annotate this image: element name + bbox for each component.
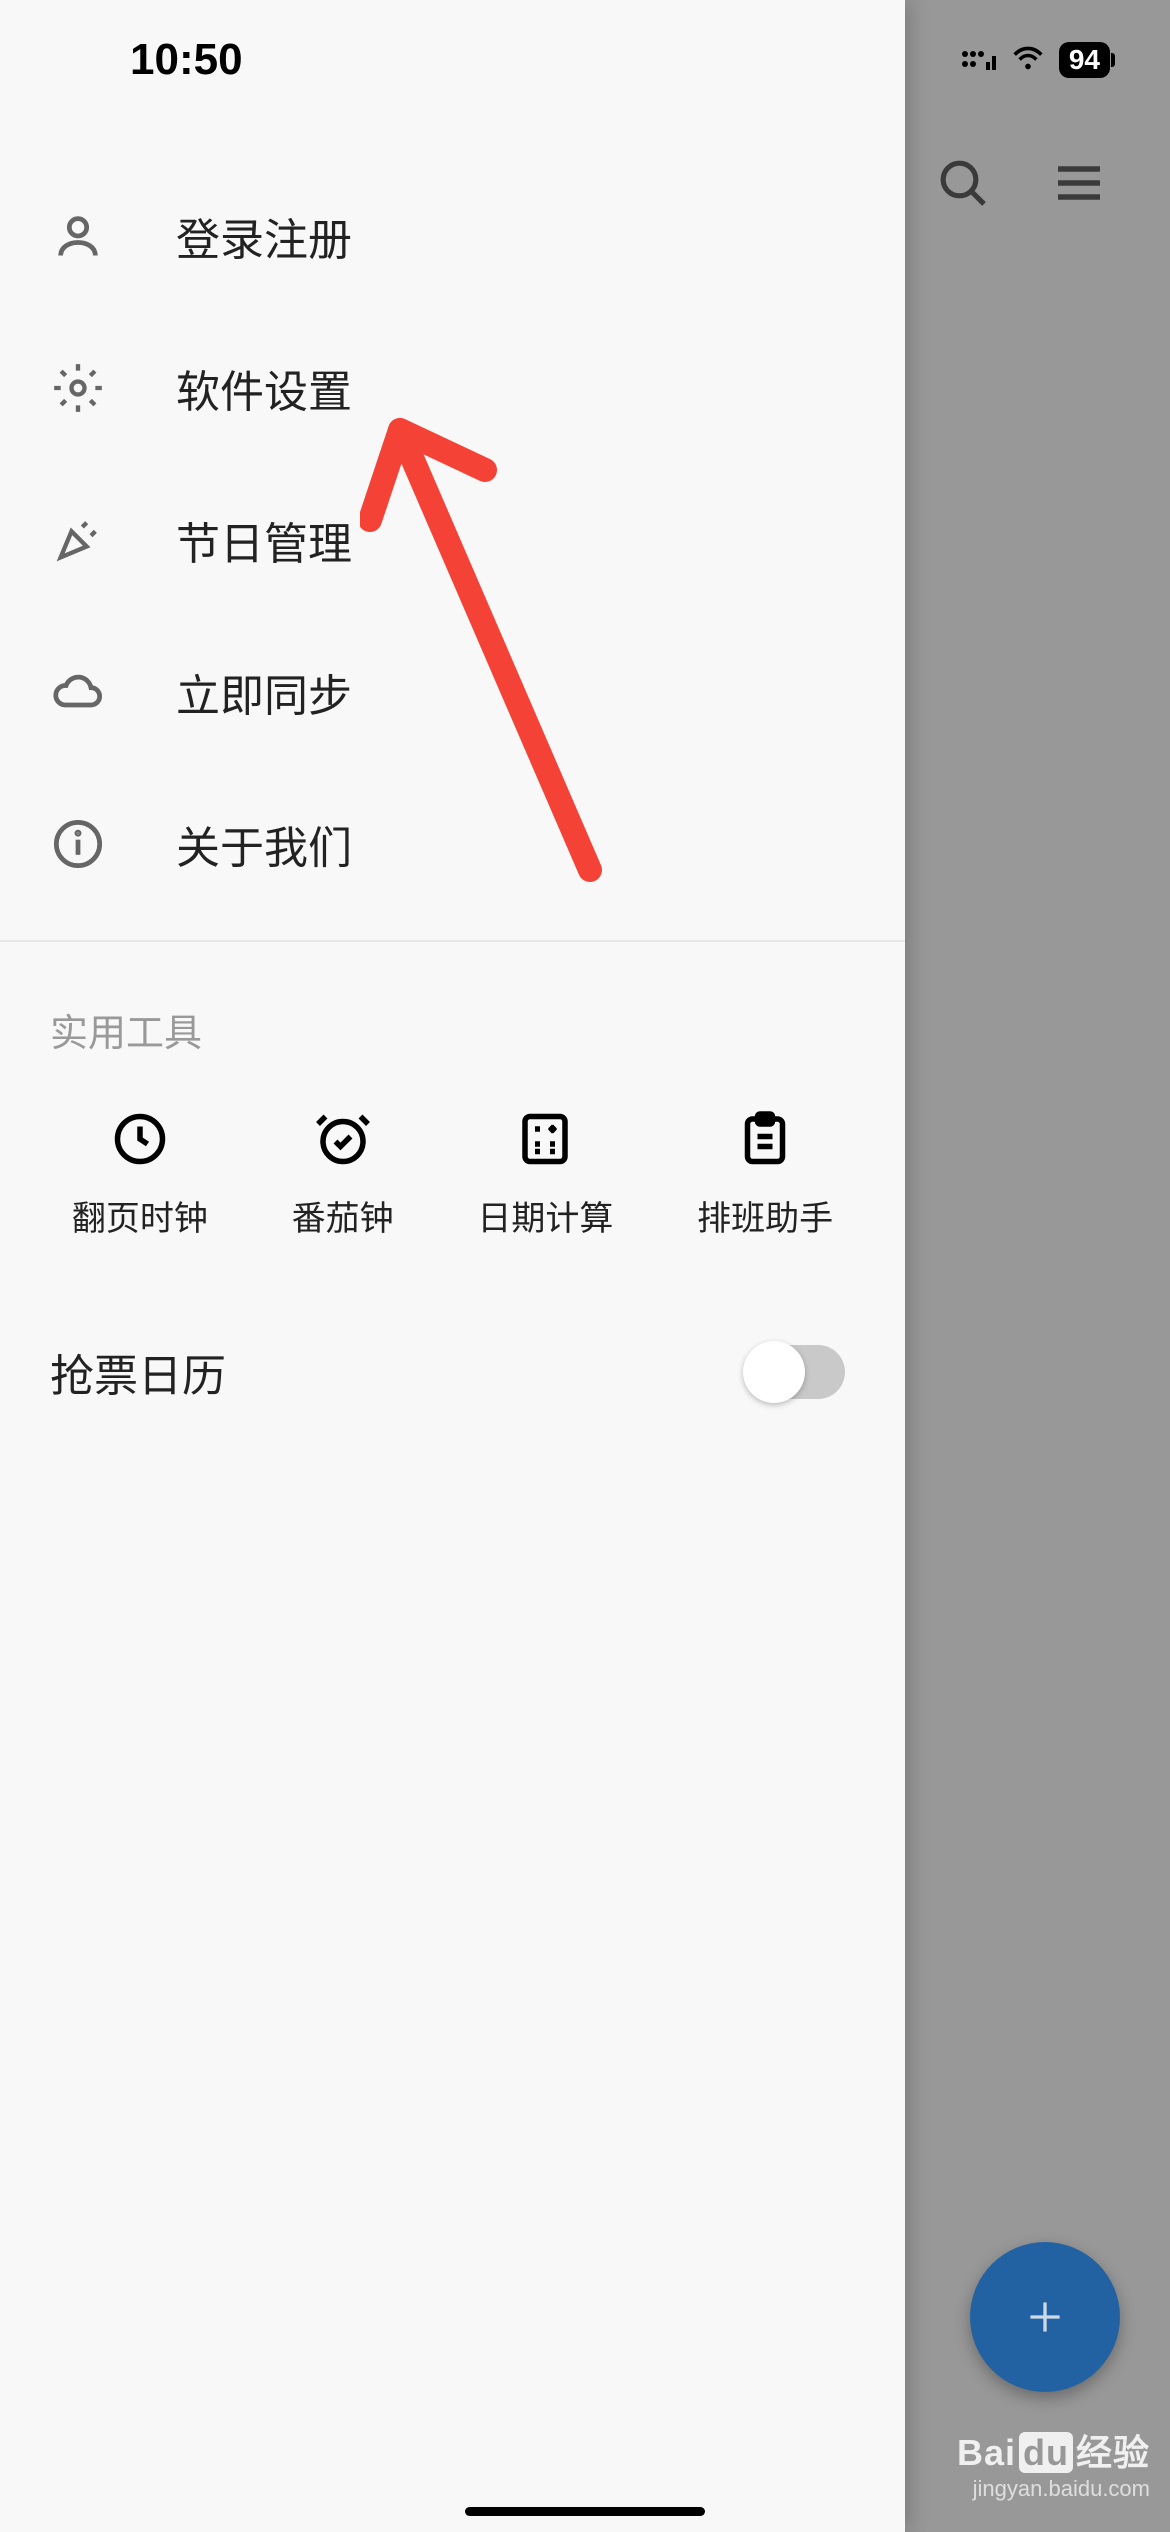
status-bar: 10:50 94 [0,0,1170,120]
menu-item-settings[interactable]: 软件设置 [0,312,905,464]
alarm-icon [311,1107,375,1171]
menu-item-holidays[interactable]: 节日管理 [0,464,905,616]
clock-icon [108,1107,172,1171]
status-right: 94 [961,41,1110,80]
tool-pomodoro[interactable]: 番茄钟 [292,1107,394,1240]
tool-label: 番茄钟 [292,1191,394,1240]
menu-list: 登录注册 软件设置 节日管理 立即同步 关于我们 [0,0,905,920]
menu-item-login[interactable]: 登录注册 [0,160,905,312]
cloud-icon [50,664,106,720]
tool-flip-clock[interactable]: 翻页时钟 [72,1107,208,1240]
menu-label: 登录注册 [176,204,352,268]
background-dim[interactable] [905,0,1170,2532]
person-icon [50,208,106,264]
menu-item-sync[interactable]: 立即同步 [0,616,905,768]
battery-indicator: 94 [1059,42,1110,78]
clipboard-icon [733,1107,797,1171]
menu-label: 关于我们 [176,812,352,876]
tool-shift[interactable]: 排班助手 [697,1107,833,1240]
tools-grid: 翻页时钟 番茄钟 日期计算 排班助手 [0,1087,905,1290]
tool-label: 翻页时钟 [72,1191,208,1240]
menu-label: 软件设置 [176,356,352,420]
tools-section-title: 实用工具 [0,962,905,1087]
navigation-drawer: 登录注册 软件设置 节日管理 立即同步 关于我们 [0,0,905,2532]
home-indicator [465,2507,705,2516]
ticket-calendar-row: 抢票日历 [0,1290,905,1454]
hamburger-menu-icon[interactable] [1051,155,1107,216]
status-time: 10:50 [130,35,243,85]
app-topbar [905,155,1170,216]
add-fab-button[interactable] [970,2242,1120,2392]
gear-icon [50,360,106,416]
signal-icon [961,48,997,72]
info-icon [50,816,106,872]
tool-label: 排班助手 [697,1191,833,1240]
divider [0,940,905,942]
ticket-toggle-label: 抢票日历 [50,1340,226,1404]
menu-item-about[interactable]: 关于我们 [0,768,905,920]
menu-label: 节日管理 [176,508,352,572]
toggle-knob [743,1341,805,1403]
party-icon [50,512,106,568]
calculator-icon [513,1107,577,1171]
wifi-icon [1011,41,1045,80]
search-icon[interactable] [935,155,991,216]
ticket-toggle-switch[interactable] [745,1345,845,1399]
tool-label: 日期计算 [477,1191,613,1240]
tool-date-calc[interactable]: 日期计算 [477,1107,613,1240]
watermark: Baidu经验 jingyan.baidu.com [957,2424,1150,2502]
menu-label: 立即同步 [176,660,352,724]
